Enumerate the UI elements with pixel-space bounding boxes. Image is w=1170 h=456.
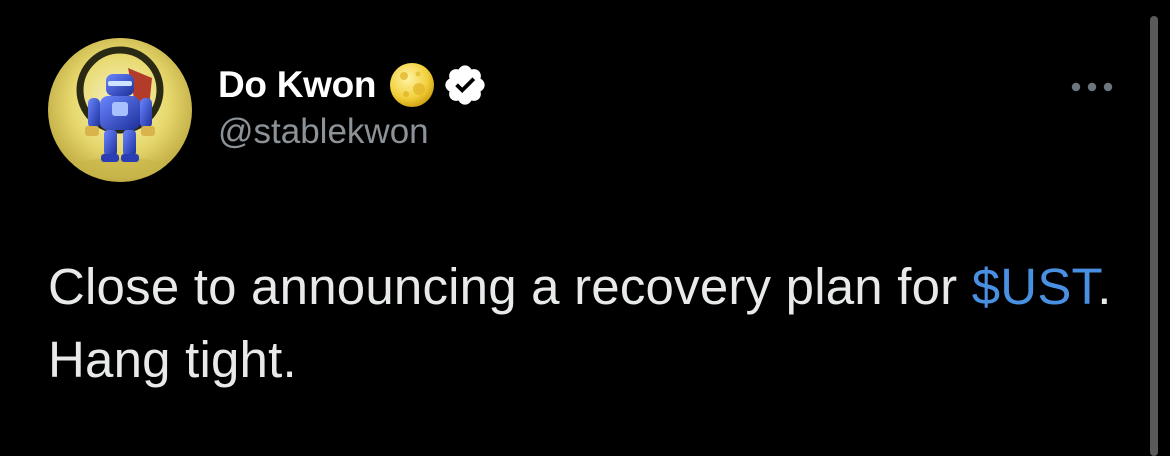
author-display-name[interactable]: Do Kwon: [218, 64, 377, 106]
scrollbar[interactable]: [1150, 16, 1158, 456]
author-avatar[interactable]: [48, 38, 192, 182]
verified-badge-icon: [442, 62, 488, 108]
author-handle[interactable]: @stablekwon: [218, 112, 429, 152]
more-options-button[interactable]: [1066, 70, 1118, 104]
tweet-text: Close to announcing a recovery plan for …: [48, 250, 1118, 396]
tweet[interactable]: Do Kwon @stablekwon Close to announcing …: [0, 0, 1170, 456]
full-moon-emoji-icon: [388, 61, 436, 109]
robot-avatar-icon: [48, 38, 192, 182]
author-name-row: Do Kwon: [218, 62, 488, 108]
more-options-icon: [1071, 82, 1113, 92]
ust-cashtag-link[interactable]: $UST: [972, 258, 1098, 315]
tweet-text-before: Close to announcing a recovery plan for: [48, 258, 972, 315]
